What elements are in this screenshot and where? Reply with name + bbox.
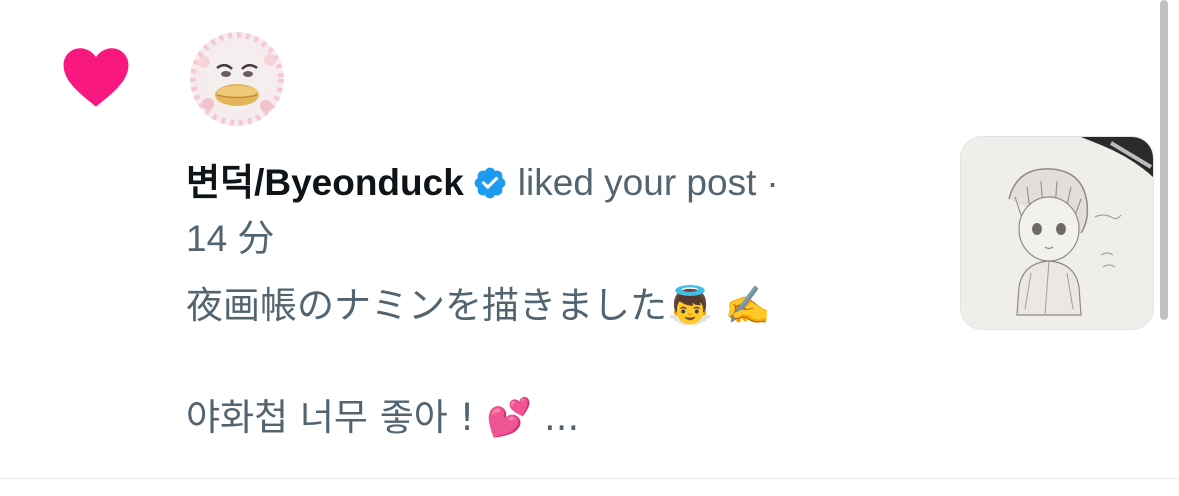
- user-avatar[interactable]: [190, 32, 284, 126]
- post-preview-text[interactable]: 夜画帳のナミンを描きました👼 ✍️ 야화첩 너무 좋아 ! 💕 ...: [186, 278, 771, 446]
- scrollbar[interactable]: [1160, 0, 1168, 320]
- notification-headline: 변덕/Byeonduck liked your post ·: [186, 158, 926, 208]
- user-name[interactable]: 변덕/Byeonduck: [186, 162, 464, 203]
- timestamp: 14 分: [186, 218, 275, 259]
- separator-dot: ·: [766, 162, 779, 203]
- post-thumbnail[interactable]: [960, 136, 1154, 330]
- like-notification[interactable]: 변덕/Byeonduck liked your post · 14 分 夜画帳のナミ…: [0, 0, 1179, 478]
- verified-badge-icon: [474, 167, 506, 199]
- action-text: liked your post: [517, 162, 757, 203]
- post-text-line-2: 야화첩 너무 좋아 ! 💕 ...: [186, 396, 580, 439]
- heart-icon: [63, 48, 129, 107]
- pencil-drawing-image: [961, 137, 1153, 329]
- divider: [0, 478, 1179, 479]
- avatar-illustration: [190, 32, 284, 126]
- post-text-line-1: 夜画帳のナミンを描きました👼 ✍️: [186, 284, 771, 327]
